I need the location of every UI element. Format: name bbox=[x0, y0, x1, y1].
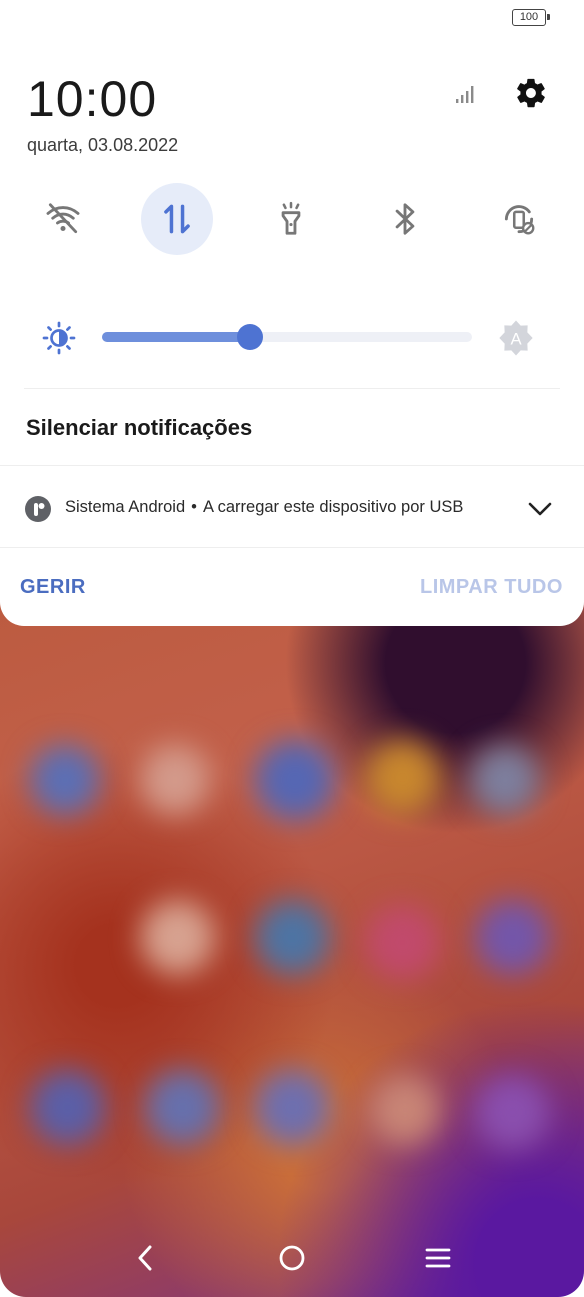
tile-flashlight[interactable] bbox=[255, 183, 327, 255]
menu-icon[interactable] bbox=[422, 1242, 454, 1274]
blurred-app-icon bbox=[140, 745, 210, 815]
gear-icon[interactable] bbox=[514, 76, 548, 110]
brightness-slider[interactable] bbox=[102, 324, 472, 350]
blurred-app-icon bbox=[370, 1075, 440, 1145]
back-icon[interactable] bbox=[130, 1242, 162, 1274]
silent-notifications-title: Silenciar notificações bbox=[26, 415, 253, 440]
clock[interactable]: 10:00 bbox=[27, 70, 157, 128]
blurred-app-icon bbox=[470, 745, 540, 815]
blurred-app-icon bbox=[255, 1070, 330, 1145]
notification-message: A carregar este dispositivo por USB bbox=[202, 498, 464, 516]
divider bbox=[0, 547, 584, 548]
clear-all-button[interactable]: LIMPAR TUDO bbox=[420, 576, 563, 599]
battery-icon: 100 bbox=[512, 9, 550, 26]
data-transfer-icon bbox=[164, 204, 190, 234]
blurred-app-icon bbox=[255, 900, 330, 975]
manage-button[interactable]: GERIR bbox=[20, 576, 86, 599]
brightness-slider-fill bbox=[102, 332, 250, 342]
blurred-app-icon bbox=[30, 1070, 105, 1145]
notification-separator: • bbox=[191, 498, 197, 516]
tile-wifi[interactable] bbox=[27, 183, 99, 255]
wifi-off-icon bbox=[46, 203, 80, 234]
rotation-lock-icon bbox=[504, 205, 535, 235]
signal-icon bbox=[456, 86, 474, 103]
home-icon[interactable] bbox=[276, 1242, 308, 1274]
bluetooth-icon bbox=[395, 203, 415, 235]
notification-text: Sistema Android • A carregar este disposit… bbox=[65, 498, 463, 517]
blurred-app-icon bbox=[365, 740, 440, 815]
brightness-icon bbox=[42, 321, 76, 355]
brightness-slider-thumb[interactable] bbox=[237, 324, 263, 350]
auto-brightness-icon[interactable]: A bbox=[496, 318, 536, 358]
auto-brightness-label: A bbox=[510, 330, 522, 349]
blurred-app-icon bbox=[365, 905, 440, 980]
flashlight-icon bbox=[281, 201, 301, 235]
navigation-bar bbox=[0, 1230, 584, 1286]
blurred-app-icon bbox=[145, 1070, 220, 1145]
blurred-app-icon bbox=[475, 1075, 550, 1150]
tile-bluetooth[interactable] bbox=[369, 183, 441, 255]
notification-app-name: Sistema Android bbox=[65, 498, 186, 516]
blurred-app-icon bbox=[30, 745, 100, 815]
blurred-app-icon bbox=[475, 900, 550, 975]
tile-auto-rotate[interactable] bbox=[483, 183, 555, 255]
android-system-icon bbox=[25, 496, 51, 522]
blurred-app-icon bbox=[255, 740, 335, 820]
date[interactable]: quarta, 03.08.2022 bbox=[27, 135, 178, 156]
notification-shade: 100 10:00 quarta, 03.08.2022 A Silenciar… bbox=[0, 0, 584, 626]
wallpaper bbox=[0, 560, 584, 1297]
chevron-down-icon[interactable] bbox=[525, 496, 555, 522]
divider bbox=[24, 388, 560, 389]
tile-mobile-data[interactable] bbox=[141, 183, 213, 255]
blurred-app-icon bbox=[140, 900, 215, 975]
battery-level: 100 bbox=[519, 11, 539, 23]
